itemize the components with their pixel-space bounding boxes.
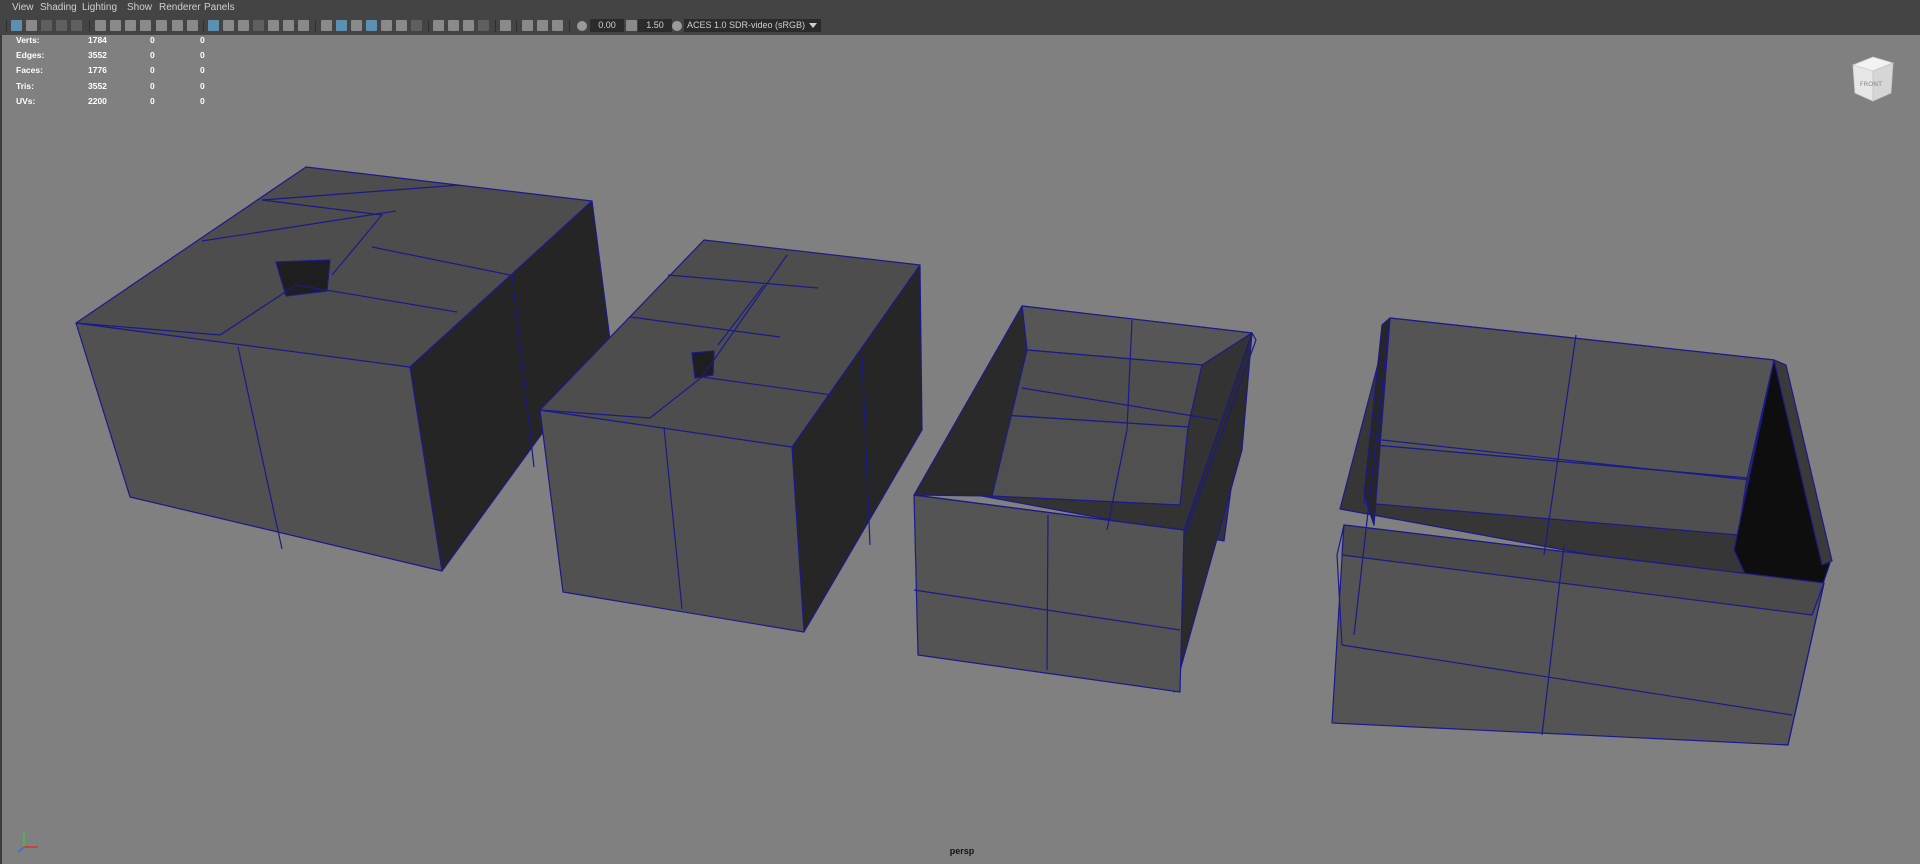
bookmark-icon[interactable] bbox=[140, 20, 151, 31]
maya-viewport-window: View Shading Lighting Show Renderer Pane… bbox=[0, 0, 1920, 864]
panel-menu-bar: View Shading Lighting Show Renderer Pane… bbox=[0, 0, 1920, 18]
menu-shading[interactable]: Shading bbox=[40, 2, 77, 13]
bookmarks-icon[interactable] bbox=[41, 20, 52, 31]
resolution-gate-icon[interactable] bbox=[238, 20, 249, 31]
hud-row-verts: Verts: 1784 0 0 bbox=[16, 35, 205, 45]
open-box-4 bbox=[1331, 317, 1833, 746]
view-cube[interactable]: FRONT bbox=[1849, 53, 1897, 109]
closed-box-1 bbox=[75, 166, 611, 572]
xray-icon[interactable] bbox=[522, 20, 533, 31]
field-chart-icon[interactable] bbox=[268, 20, 279, 31]
paint-icon[interactable] bbox=[187, 20, 198, 31]
menu-renderer[interactable]: Renderer bbox=[159, 2, 201, 13]
view-cube-label: FRONT bbox=[1860, 80, 1882, 88]
frame-selection-icon[interactable] bbox=[156, 20, 167, 31]
camera-icon[interactable] bbox=[125, 20, 136, 31]
shadows-icon[interactable] bbox=[411, 20, 422, 31]
menu-lighting[interactable]: Lighting bbox=[82, 2, 117, 13]
xray-joints-icon[interactable] bbox=[537, 20, 548, 31]
scene-geometry bbox=[75, 166, 1833, 746]
film-gate-icon[interactable] bbox=[223, 20, 234, 31]
wireframe-on-shaded-icon[interactable] bbox=[366, 20, 377, 31]
hud-row-tris: Tris: 3552 0 0 bbox=[16, 81, 205, 91]
menu-show[interactable]: Show bbox=[127, 2, 152, 13]
camera-attributes-icon[interactable] bbox=[71, 20, 82, 31]
hud-row-edges: Edges: 3552 0 0 bbox=[16, 50, 205, 60]
perspective-viewport[interactable]: Verts: 1784 0 0 Edges: 3552 0 0 Faces: 1… bbox=[0, 35, 1920, 864]
axis-gizmo-icon bbox=[17, 833, 38, 853]
exposure-field[interactable] bbox=[590, 19, 624, 32]
anti-aliasing-icon[interactable] bbox=[463, 20, 474, 31]
xray-components-icon[interactable] bbox=[552, 20, 563, 31]
use-all-lights-icon[interactable] bbox=[396, 20, 407, 31]
hud-row-uvs: UVs: 2200 0 0 bbox=[16, 96, 205, 106]
depth-of-field-icon[interactable] bbox=[478, 20, 489, 31]
motion-blur-icon[interactable] bbox=[448, 20, 459, 31]
menu-view[interactable]: View bbox=[12, 2, 34, 13]
chevron-down-icon bbox=[809, 23, 817, 28]
isolate-select-icon[interactable] bbox=[500, 20, 511, 31]
menu-panels[interactable]: Panels bbox=[204, 2, 235, 13]
move-tool-icon[interactable] bbox=[172, 20, 183, 31]
gamma-field[interactable] bbox=[638, 19, 672, 32]
grid-icon[interactable] bbox=[208, 20, 219, 31]
select-camera-icon[interactable] bbox=[11, 20, 22, 31]
lock-camera-icon[interactable] bbox=[26, 20, 37, 31]
color-management-dropdown[interactable]: ACES 1.0 SDR-video (sRGB) bbox=[684, 19, 821, 32]
textured-icon[interactable] bbox=[381, 20, 392, 31]
safe-action-icon[interactable] bbox=[283, 20, 294, 31]
color-management-value: ACES 1.0 SDR-video (sRGB) bbox=[687, 20, 806, 30]
gamma-icon[interactable] bbox=[626, 20, 637, 31]
smooth-shade-icon[interactable] bbox=[336, 20, 347, 31]
wireframe-icon[interactable] bbox=[321, 20, 332, 31]
gate-mask-icon[interactable] bbox=[253, 20, 264, 31]
safe-title-icon[interactable] bbox=[298, 20, 309, 31]
image-plane-icon[interactable] bbox=[56, 20, 67, 31]
exposure-icon[interactable] bbox=[577, 21, 587, 31]
use-default-material-icon[interactable] bbox=[351, 20, 362, 31]
grease-pencil-icon[interactable] bbox=[110, 20, 121, 31]
color-management-icon[interactable] bbox=[672, 21, 682, 31]
screen-space-ao-icon[interactable] bbox=[433, 20, 444, 31]
camera-name-label: persp bbox=[949, 846, 975, 856]
hud-row-faces: Faces: 1776 0 0 bbox=[16, 65, 205, 75]
open-box-3 bbox=[913, 305, 1257, 693]
panel-toolbar: ACES 1.0 SDR-video (sRGB) bbox=[0, 17, 1920, 36]
2d-pan-zoom-icon[interactable] bbox=[95, 20, 106, 31]
